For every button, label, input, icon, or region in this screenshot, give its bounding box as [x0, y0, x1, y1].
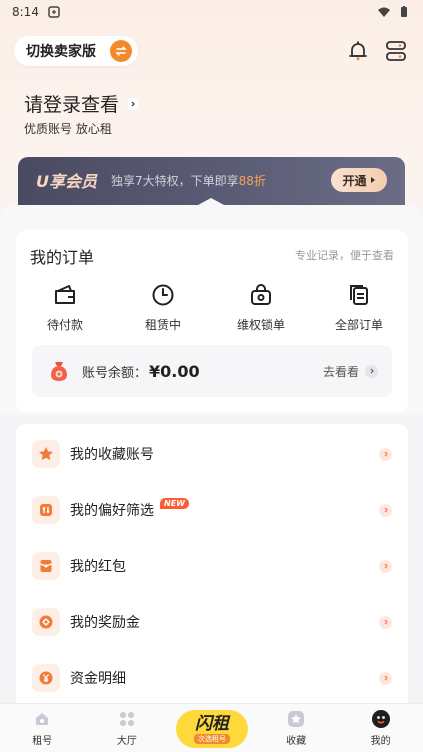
tab-label: 我的 [370, 736, 391, 747]
flash-rent-sublabel: 次选租号 [194, 733, 230, 744]
menu-icon-box [32, 496, 60, 524]
orders-title: 我的订单 [30, 248, 95, 267]
menu-icon[interactable] [384, 39, 408, 63]
login-title: 请登录查看 [24, 94, 120, 116]
chevron-right-icon [127, 97, 140, 110]
grid-icon [119, 712, 134, 726]
flash-rent-button[interactable]: 闪租 次选租号 [176, 710, 248, 748]
tab-label: 大厅 [116, 736, 137, 747]
tab-label: 收藏 [286, 736, 307, 747]
tab-lobby[interactable]: 大厅 [85, 704, 170, 752]
bell-icon[interactable] [346, 39, 370, 63]
clock-icon [152, 284, 174, 306]
flash-rent-label: 闪租 [195, 713, 229, 734]
battery-icon [401, 6, 407, 17]
lock-bag-icon [251, 284, 271, 305]
menu-item-preferences[interactable]: 我的偏好筛选 NEW [16, 482, 408, 538]
wallet-icon [55, 285, 75, 304]
order-all[interactable]: 全部订单 [310, 282, 408, 333]
vip-text-prefix: 独享7大特权，下单即享 [111, 173, 239, 188]
menu-card: 我的收藏账号 我的偏好筛选 NEW 我的红包 我的奖励金 资金明细 [16, 424, 408, 714]
menu-icon-box [32, 552, 60, 580]
tab-label: 租号 [32, 736, 53, 747]
login-prompt[interactable]: 请登录查看 [24, 90, 140, 117]
vip-discount: 88折 [238, 173, 266, 188]
tab-profile[interactable]: 我的 [338, 704, 423, 752]
chevron-right-icon [379, 615, 392, 629]
vip-open-label: 开通 [342, 173, 367, 188]
menu-label: 我的红包 [70, 559, 126, 575]
star-icon [39, 447, 53, 460]
new-badge: NEW [160, 497, 189, 509]
notification-icon [48, 6, 60, 18]
documents-icon [350, 285, 368, 305]
coin-icon [39, 615, 53, 629]
balance-view-link[interactable]: 去看看 [323, 363, 378, 380]
login-subtitle: 优质账号 放心租 [24, 122, 112, 136]
switch-seller-label: 切换卖家版 [26, 44, 96, 60]
wifi-icon [378, 7, 390, 17]
panel-notch [198, 198, 224, 212]
balance-view-label: 去看看 [322, 364, 359, 379]
status-bar: 8:14 [0, 0, 423, 24]
play-arrow-icon [370, 177, 375, 183]
menu-item-red-packets[interactable]: 我的红包 [16, 538, 408, 594]
filter-icon [40, 504, 52, 516]
order-label: 租赁中 [144, 318, 181, 332]
order-label: 全部订单 [334, 318, 383, 332]
orders-note: 专业记录，便于查看 [295, 249, 394, 262]
yen-icon [39, 671, 53, 685]
tab-rent[interactable]: 租号 [0, 704, 85, 752]
chevron-right-icon [365, 364, 378, 378]
menu-icon-box [32, 664, 60, 692]
order-renting[interactable]: 租赁中 [114, 282, 212, 333]
account-balance-row[interactable]: 账号余额： ¥0.00 去看看 [32, 345, 392, 397]
menu-label: 我的奖励金 [70, 615, 140, 631]
chevron-right-icon [379, 503, 392, 517]
menu-item-favorites[interactable]: 我的收藏账号 [16, 426, 408, 482]
chevron-right-icon [379, 671, 392, 685]
swap-icon [110, 40, 132, 62]
order-pending-payment[interactable]: 待付款 [16, 282, 114, 333]
menu-item-rewards[interactable]: 我的奖励金 [16, 594, 408, 650]
orders-card: 我的订单 专业记录，便于查看 待付款 租赁中 维权锁单 全部订单 账号余额： ¥… [16, 230, 408, 412]
status-time: 8:14 [12, 5, 39, 19]
money-bag-icon [51, 362, 67, 381]
menu-icon-box [32, 440, 60, 468]
menu-label: 我的收藏账号 [70, 447, 154, 463]
red-packet-icon [40, 560, 52, 572]
balance-label: 账号余额： [82, 365, 148, 381]
menu-item-fund-details[interactable]: 资金明细 [16, 650, 408, 706]
chevron-right-icon [379, 447, 392, 461]
menu-label: 我的偏好筛选 [70, 503, 154, 519]
chevron-right-icon [379, 559, 392, 573]
profile-icon [371, 710, 390, 728]
balance-value: ¥0.00 [149, 361, 200, 381]
menu-label: 资金明细 [70, 671, 126, 687]
vip-description: 独享7大特权，下单即享88折 [111, 172, 266, 189]
switch-seller-button[interactable]: 切换卖家版 [14, 36, 138, 66]
vip-title: U享会员 [36, 172, 97, 191]
order-dispute-lock[interactable]: 维权锁单 [212, 282, 310, 333]
vip-open-button[interactable]: 开通 [331, 168, 387, 192]
menu-icon-box [32, 608, 60, 636]
tab-favorites[interactable]: 收藏 [254, 704, 339, 752]
order-label: 待付款 [46, 318, 83, 332]
orders-grid: 待付款 租赁中 维权锁单 全部订单 [16, 282, 408, 333]
home-icon [36, 713, 49, 725]
order-label: 维权锁单 [236, 318, 285, 332]
star-icon [288, 711, 305, 727]
